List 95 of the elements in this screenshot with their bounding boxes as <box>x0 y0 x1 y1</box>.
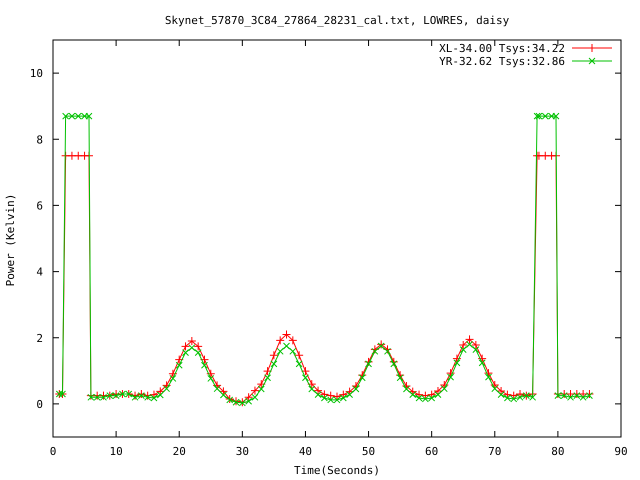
y-axis-label: Power (Kelvin) <box>4 194 17 286</box>
x-tick-label: 80 <box>551 445 565 458</box>
data-point <box>294 350 304 360</box>
data-point <box>358 370 367 380</box>
data-point <box>136 390 146 398</box>
data-point <box>250 386 260 396</box>
data-point <box>465 334 474 344</box>
legend-sample-icon <box>572 58 612 64</box>
data-point <box>540 151 550 160</box>
data-point <box>496 386 506 396</box>
data-point <box>584 390 594 398</box>
data-point <box>74 151 83 160</box>
data-point <box>458 340 468 350</box>
data-point <box>187 336 196 346</box>
data-point <box>552 151 560 160</box>
data-point <box>364 357 374 366</box>
data-point <box>212 380 222 390</box>
data-point <box>61 151 70 160</box>
y-tick-label: 4 <box>36 266 43 279</box>
data-point <box>320 390 329 399</box>
data-point <box>490 380 500 390</box>
data-point <box>427 390 436 400</box>
data-point <box>206 369 216 378</box>
data-point <box>484 368 493 378</box>
data-point <box>288 336 298 345</box>
data-point <box>225 394 234 404</box>
data-point <box>440 380 449 390</box>
data-point <box>194 342 203 351</box>
legend-sample-icon <box>572 44 612 52</box>
data-point <box>446 368 456 378</box>
data-point <box>244 392 254 402</box>
x-tick-label: 30 <box>236 445 249 458</box>
data-point <box>396 370 405 380</box>
data-point <box>420 391 430 400</box>
data-point <box>471 340 480 350</box>
legend-label: XL-34.00 Tsys:34.22 <box>439 42 565 55</box>
data-point <box>509 391 518 400</box>
data-point <box>402 382 411 391</box>
data-point <box>383 344 392 354</box>
data-point <box>269 350 278 360</box>
y-tick-label: 8 <box>36 133 43 146</box>
data-point <box>263 366 272 376</box>
data-point <box>370 344 380 354</box>
legend-label: YR-32.62 Tsys:32.86 <box>439 55 565 68</box>
x-tick-label: 0 <box>50 445 56 458</box>
data-point <box>351 382 360 391</box>
data-point <box>99 391 108 400</box>
data-point <box>156 386 165 396</box>
x-tick-label: 60 <box>425 445 438 458</box>
y-tick-label: 0 <box>36 398 43 411</box>
data-point <box>181 342 190 351</box>
data-point <box>516 390 525 398</box>
y-tick-label: 6 <box>36 199 43 212</box>
data-point <box>332 392 342 402</box>
data-point <box>276 336 285 345</box>
data-point <box>389 357 398 366</box>
data-point <box>84 151 94 160</box>
data-point <box>149 390 158 400</box>
data-point <box>478 354 487 364</box>
data-point <box>232 396 241 406</box>
data-point <box>200 355 209 364</box>
data-point <box>566 390 575 398</box>
data-point <box>300 366 310 376</box>
x-tick-label: 10 <box>109 445 123 458</box>
data-point <box>502 390 512 400</box>
data-point <box>578 390 588 398</box>
x-tick-label: 90 <box>614 445 628 458</box>
data-point <box>256 380 266 389</box>
data-point <box>174 355 184 364</box>
data-point <box>307 380 316 389</box>
data-point <box>433 386 442 396</box>
data-point <box>345 387 354 396</box>
data-point <box>168 369 178 378</box>
x-tick-label: 20 <box>172 445 186 458</box>
data-point <box>67 151 76 160</box>
data-point <box>376 340 386 349</box>
x-axis-label: Time(Seconds) <box>294 464 380 477</box>
data-point <box>414 390 424 400</box>
data-point <box>162 380 172 390</box>
data-point <box>130 391 140 400</box>
data-point <box>452 354 462 364</box>
x-tick-label: 40 <box>298 445 312 458</box>
data-point <box>314 386 323 396</box>
data-point <box>408 387 418 396</box>
data-point <box>218 386 228 396</box>
data-point <box>338 390 348 400</box>
y-tick-label: 10 <box>30 67 43 80</box>
chart-title: Skynet_57870_3C84_27864_28231_cal.txt, LOWRES, daisy <box>164 14 510 27</box>
x-tick-label: 50 <box>362 445 376 458</box>
y-tick-label: 2 <box>36 332 43 345</box>
data-point <box>326 391 336 400</box>
x-tick-label: 70 <box>488 445 502 458</box>
data-point <box>112 390 121 398</box>
data-point <box>143 391 152 400</box>
data-point <box>282 330 291 339</box>
